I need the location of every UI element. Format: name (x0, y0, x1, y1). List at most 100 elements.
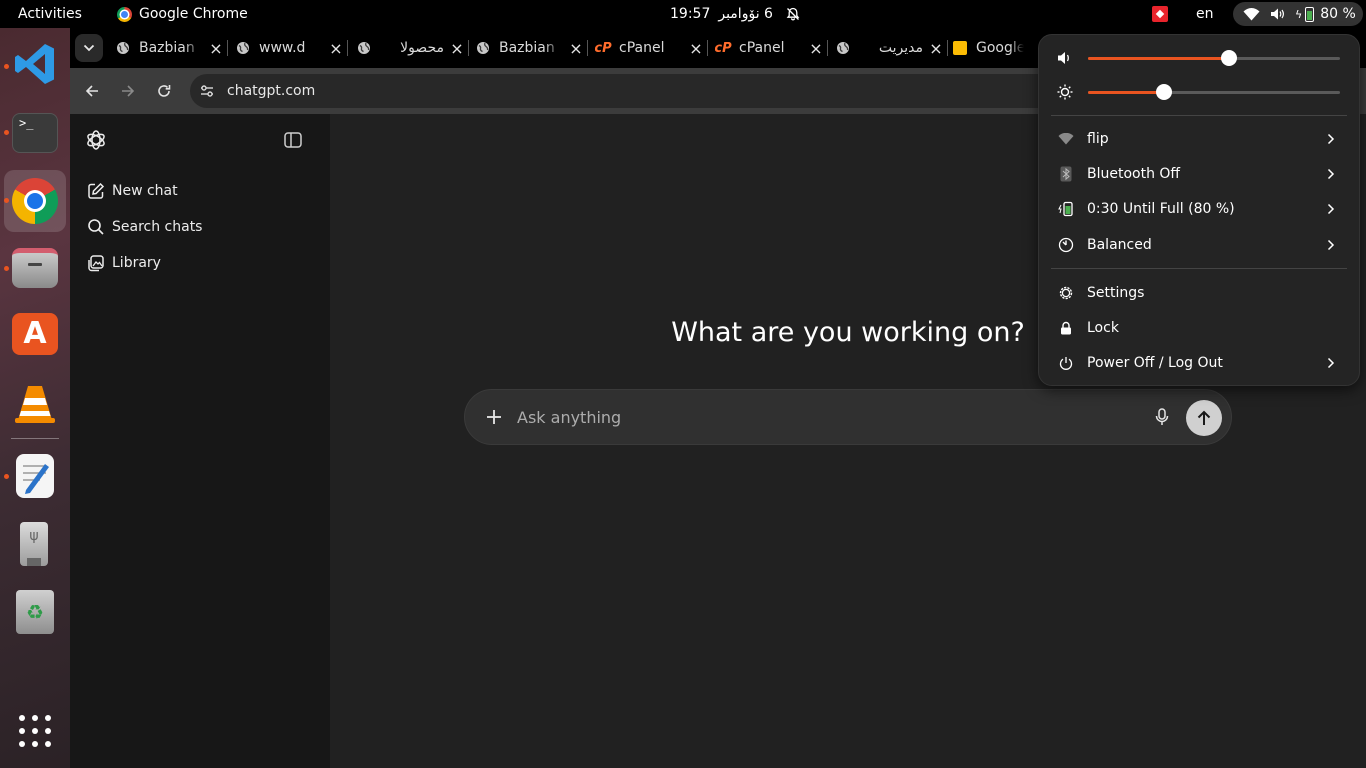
chevron-right-icon (1323, 355, 1339, 371)
tab-separator (468, 40, 469, 56)
volume-slider[interactable] (1088, 50, 1340, 66)
browser-tab[interactable]: Google (952, 33, 1024, 63)
address-bar[interactable]: chatgpt.com (190, 74, 1090, 108)
lock-icon (1057, 319, 1075, 337)
site-info-button[interactable] (194, 78, 220, 104)
wifi-label: flip (1087, 131, 1109, 147)
globe-icon (835, 40, 851, 56)
settings-row[interactable]: Settings (1051, 276, 1347, 310)
files-icon[interactable] (12, 248, 58, 288)
close-tab-icon[interactable]: × (329, 39, 343, 58)
lock-label: Lock (1087, 320, 1119, 336)
settings-icon (1057, 284, 1075, 302)
browser-tab[interactable]: cP cPanel × (715, 33, 823, 63)
back-button[interactable] (78, 77, 106, 105)
close-tab-icon[interactable]: × (929, 39, 943, 58)
search-icon (88, 219, 104, 235)
add-attachment-button[interactable] (481, 404, 507, 430)
app-center-icon[interactable]: A (12, 313, 58, 355)
close-tab-icon[interactable]: × (450, 39, 464, 58)
volume-knob[interactable] (1221, 50, 1237, 66)
battery-icon (1305, 6, 1315, 22)
anydesk-tray-icon[interactable] (1152, 6, 1168, 22)
close-tab-icon[interactable]: × (809, 39, 823, 58)
new-chat-button[interactable]: New chat (78, 174, 322, 208)
vscode-icon[interactable] (12, 41, 58, 87)
lock-row[interactable]: Lock (1051, 311, 1347, 345)
send-button[interactable] (1186, 400, 1222, 436)
brightness-slider[interactable] (1088, 84, 1340, 100)
chrome-icon (117, 6, 132, 22)
dictate-button[interactable] (1151, 406, 1173, 428)
url-text: chatgpt.com (227, 83, 316, 99)
notifications-muted-icon (786, 7, 800, 21)
prompt-input[interactable] (517, 402, 1137, 432)
running-indicator (4, 130, 9, 135)
volume-icon (1058, 52, 1069, 64)
volume-fill (1088, 57, 1229, 60)
cpanel-icon: cP (595, 40, 612, 56)
browser-tab[interactable]: Bazbian × (475, 33, 583, 63)
chevron-right-icon (1323, 201, 1339, 217)
library-label: Library (112, 255, 161, 271)
search-chats-button[interactable]: Search chats (78, 210, 322, 244)
clock-date: 6 نۆوامبر (718, 6, 773, 22)
power-profile-row[interactable]: Balanced (1051, 228, 1347, 262)
divider (1051, 115, 1347, 116)
show-apps-button[interactable] (19, 715, 51, 747)
clock[interactable]: 19:57 6 نۆوامبر (670, 0, 773, 28)
chevron-right-icon (1323, 166, 1339, 182)
text-editor-icon[interactable] (16, 454, 54, 498)
cpanel-icon: cP (715, 40, 732, 56)
tab-title: مدیریت (878, 40, 923, 56)
activities-button[interactable]: Activities (18, 0, 82, 28)
globe-icon (475, 40, 491, 56)
vlc-icon[interactable] (12, 380, 58, 426)
power-profile-label: Balanced (1087, 237, 1152, 253)
battery-label: 0:30 Until Full (80 %) (1087, 201, 1235, 217)
running-indicator (4, 474, 9, 479)
power-off-row[interactable]: Power Off / Log Out (1051, 346, 1347, 380)
openai-logo-icon[interactable] (84, 128, 108, 152)
reload-button[interactable] (150, 77, 178, 105)
terminal-icon[interactable]: >_ (12, 113, 58, 153)
globe-icon (235, 40, 251, 56)
bluetooth-row[interactable]: Bluetooth Off (1051, 157, 1347, 191)
close-tab-icon[interactable]: × (569, 39, 583, 58)
tune-icon (201, 85, 213, 97)
power-profile-icon (1057, 236, 1075, 254)
close-tab-icon[interactable]: × (689, 39, 703, 58)
tab-separator (947, 40, 948, 56)
browser-tab[interactable]: cP cPanel × (595, 33, 703, 63)
clock-time: 19:57 (670, 6, 711, 22)
plus-icon (487, 410, 501, 424)
chat-sidebar: New chat Search chats Library (70, 114, 330, 768)
browser-tab[interactable]: www.d × (235, 33, 343, 63)
sidebar-toggle-icon[interactable] (282, 129, 304, 151)
browser-tab[interactable]: محصولا × (356, 33, 464, 63)
chrome-icon[interactable] (12, 178, 58, 224)
tab-title: Bazbian (139, 40, 195, 56)
running-indicator (4, 266, 9, 271)
forward-arrow-icon (122, 85, 135, 97)
trash-icon[interactable]: ♻ (16, 590, 54, 634)
close-tab-icon[interactable]: × (209, 39, 223, 58)
tab-title: Bazbian (499, 40, 555, 56)
edit-icon (88, 182, 105, 199)
tab-search-button[interactable] (75, 34, 103, 62)
system-status-menu[interactable]: ϟ 80 % (1233, 2, 1363, 26)
wifi-row[interactable]: flip (1051, 122, 1347, 156)
forward-button[interactable] (114, 77, 142, 105)
brightness-knob[interactable] (1156, 84, 1172, 100)
app-menu[interactable]: Google Chrome (117, 0, 248, 28)
battery-row[interactable]: 0:30 Until Full (80 %) (1051, 192, 1347, 226)
volume-row (1039, 43, 1359, 73)
usb-drive-icon[interactable]: ψ (20, 522, 48, 566)
running-indicator (4, 64, 9, 69)
browser-tab[interactable]: مدیریت × (835, 33, 943, 63)
tab-separator (227, 40, 228, 56)
tab-title: cPanel (739, 40, 785, 56)
browser-tab[interactable]: Bazbian × (115, 33, 223, 63)
library-button[interactable]: Library (78, 246, 322, 280)
keyboard-layout[interactable]: en (1196, 0, 1214, 28)
